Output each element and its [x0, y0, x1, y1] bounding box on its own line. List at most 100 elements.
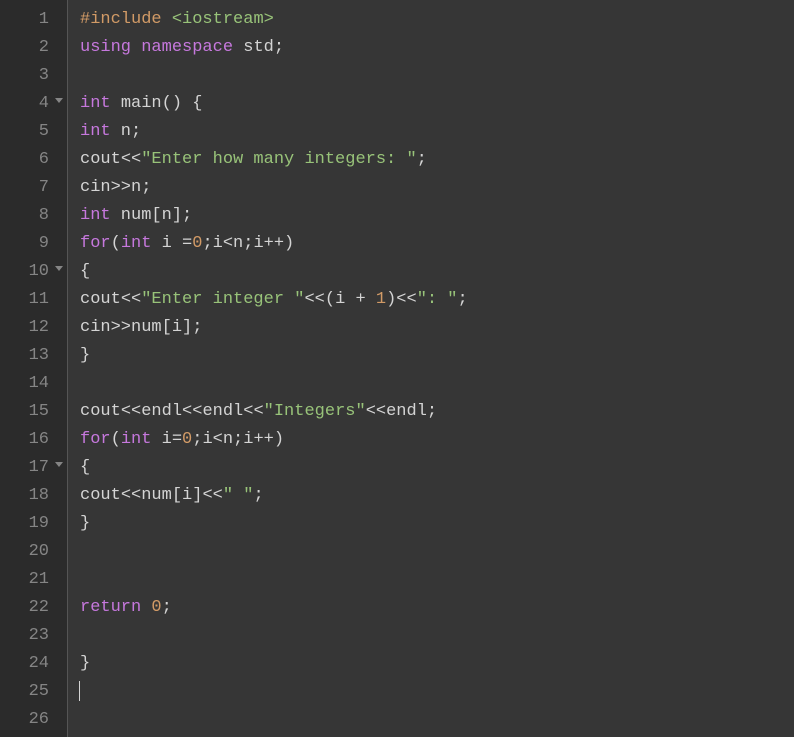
code-token: {	[80, 262, 90, 281]
code-token: ;	[192, 430, 202, 449]
code-token: cout	[80, 402, 121, 421]
line-number-gutter: 1234567891011121314151617181920212223242…	[0, 0, 68, 737]
code-token: ++)	[253, 430, 284, 449]
code-line[interactable]: int main() {	[80, 90, 794, 118]
code-token: int	[121, 430, 152, 449]
code-token: }	[80, 514, 90, 533]
line-number: 13	[0, 342, 49, 370]
text-cursor	[79, 681, 80, 701]
code-token: =	[172, 430, 182, 449]
code-token: <<	[202, 486, 222, 505]
code-token: i	[202, 430, 212, 449]
line-number: 11	[0, 286, 49, 314]
code-token: <	[213, 430, 223, 449]
code-line[interactable]: using namespace std;	[80, 34, 794, 62]
code-line[interactable]: int num[n];	[80, 202, 794, 230]
code-token: ];	[182, 318, 202, 337]
code-token: "Enter integer "	[141, 290, 304, 309]
code-token: >>	[111, 318, 131, 337]
code-token: int	[80, 94, 111, 113]
code-line[interactable]: }	[80, 342, 794, 370]
line-number: 4	[0, 90, 49, 118]
fold-marker-icon[interactable]	[55, 98, 63, 103]
line-number: 15	[0, 398, 49, 426]
code-line[interactable]	[80, 706, 794, 734]
code-token: i	[335, 290, 355, 309]
code-token: }	[80, 654, 90, 673]
code-line[interactable]: cin>>n;	[80, 174, 794, 202]
code-token: <iostream>	[172, 10, 274, 29]
code-token: <<	[243, 402, 263, 421]
line-number: 26	[0, 706, 49, 734]
code-token: ;	[162, 598, 172, 617]
code-token: ;	[458, 290, 468, 309]
code-line[interactable]: return 0;	[80, 594, 794, 622]
code-token: num	[111, 206, 152, 225]
code-token: i	[243, 430, 253, 449]
code-token: )	[386, 290, 396, 309]
code-token: [	[151, 206, 161, 225]
code-token: =	[182, 234, 192, 253]
code-line[interactable]: #include <iostream>	[80, 6, 794, 34]
code-token: +	[355, 290, 365, 309]
code-token: 0	[151, 598, 161, 617]
line-number: 2	[0, 34, 49, 62]
code-line[interactable]: }	[80, 650, 794, 678]
code-token: ]	[192, 486, 202, 505]
code-token: endl	[141, 402, 182, 421]
code-token: >>	[111, 178, 131, 197]
line-number: 17	[0, 454, 49, 482]
code-token: (	[111, 430, 121, 449]
code-token	[366, 290, 376, 309]
code-token: main	[121, 94, 162, 113]
code-token: 1	[376, 290, 386, 309]
code-line[interactable]	[80, 538, 794, 566]
code-line[interactable]	[80, 566, 794, 594]
code-token: "Enter how many integers: "	[141, 150, 416, 169]
code-token: ;	[243, 234, 253, 253]
code-token: <<	[121, 486, 141, 505]
line-number: 8	[0, 202, 49, 230]
code-token: n	[223, 430, 233, 449]
code-token: int	[121, 234, 152, 253]
code-token: cout	[80, 150, 121, 169]
code-token: return	[80, 598, 141, 617]
code-line[interactable]: for(int i =0;i<n;i++)	[80, 230, 794, 258]
code-line[interactable]	[80, 678, 794, 706]
fold-marker-icon[interactable]	[55, 462, 63, 467]
code-token: cin	[80, 318, 111, 337]
code-token: " "	[223, 486, 254, 505]
code-token: for	[80, 234, 111, 253]
code-line[interactable]: cout<<endl<<endl<<"Integers"<<endl;	[80, 398, 794, 426]
line-number: 21	[0, 566, 49, 594]
code-line[interactable]: cin>>num[i];	[80, 314, 794, 342]
code-token: ;	[131, 122, 141, 141]
code-line[interactable]: for(int i=0;i<n;i++)	[80, 426, 794, 454]
line-number: 25	[0, 678, 49, 706]
code-token: endl	[202, 402, 243, 421]
fold-marker-icon[interactable]	[55, 266, 63, 271]
code-line[interactable]: }	[80, 510, 794, 538]
code-line[interactable]: cout<<num[i]<<" ";	[80, 482, 794, 510]
line-number: 6	[0, 146, 49, 174]
code-token: n	[233, 234, 243, 253]
code-line[interactable]: {	[80, 258, 794, 286]
code-token: <<	[121, 290, 141, 309]
code-token: ;	[233, 430, 243, 449]
code-line[interactable]: cout<<"Enter how many integers: ";	[80, 146, 794, 174]
code-token: [	[162, 318, 172, 337]
code-token: () {	[162, 94, 203, 113]
code-token	[111, 94, 121, 113]
line-number: 24	[0, 650, 49, 678]
code-line[interactable]: cout<<"Enter integer "<<(i + 1)<<": ";	[80, 286, 794, 314]
code-line[interactable]	[80, 62, 794, 90]
code-token: cout	[80, 290, 121, 309]
code-line[interactable]: {	[80, 454, 794, 482]
code-line[interactable]	[80, 370, 794, 398]
code-area[interactable]: #include <iostream>using namespace std; i…	[68, 0, 794, 737]
line-number: 19	[0, 510, 49, 538]
code-line[interactable]: int n;	[80, 118, 794, 146]
code-token: <<	[121, 150, 141, 169]
code-token: "Integers"	[264, 402, 366, 421]
code-line[interactable]	[80, 622, 794, 650]
